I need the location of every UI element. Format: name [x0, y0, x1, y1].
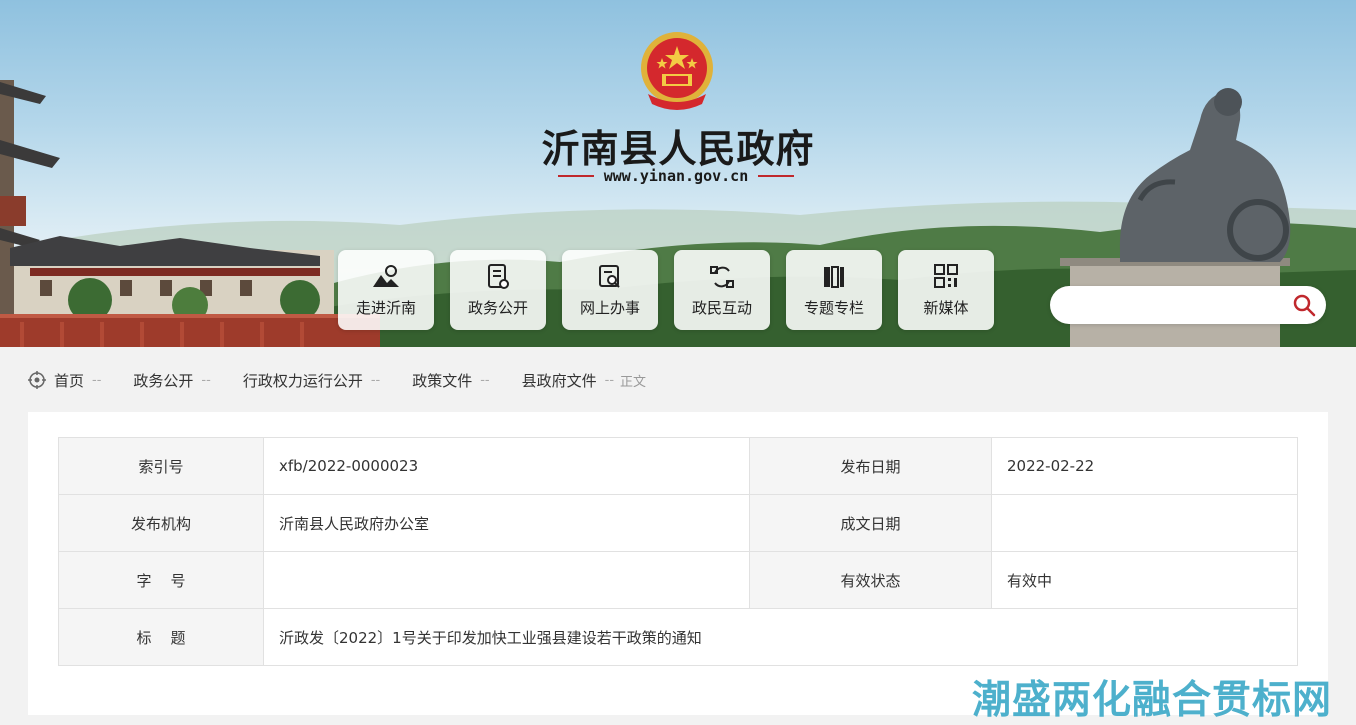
- books-icon: [824, 265, 844, 288]
- header-banner: 沂南县人民政府 www.yinan.gov.cn 走进沂南 政务公开 网上办事 …: [0, 0, 1356, 347]
- nav-item-government-affairs[interactable]: 政务公开: [450, 250, 546, 330]
- index-number-label: 索引号: [58, 437, 264, 495]
- publish-date-label: 发布日期: [749, 437, 992, 495]
- landscape-icon: [373, 264, 399, 287]
- nav-label: 新媒体: [923, 298, 969, 317]
- site-url-row: www.yinan.gov.cn: [530, 166, 822, 186]
- table-row: 索引号 xfb/2022-0000023 发布日期 2022-02-22: [58, 437, 1298, 495]
- breadcrumb-separator: --: [480, 372, 490, 388]
- search-box: [1050, 286, 1326, 324]
- breadcrumb-home[interactable]: 首页: [54, 370, 84, 391]
- location-crosshair-icon: [28, 371, 46, 389]
- document-number-label: 字 号: [58, 551, 264, 609]
- publishing-org-value: 沂南县人民政府办公室: [263, 494, 750, 552]
- breadcrumb-separator: --: [370, 372, 381, 388]
- main-nav: 走进沂南 政务公开 网上办事 政民互动 专题专栏 新媒体: [338, 250, 994, 330]
- nav-item-special-topics[interactable]: 专题专栏: [786, 250, 882, 330]
- nav-label: 网上办事: [579, 298, 640, 317]
- document-title-value: 沂政发〔2022〕1号关于印发加快工业强县建设若干政策的通知: [263, 608, 1298, 666]
- document-number-value: [263, 551, 750, 609]
- document-title-label: 标 题: [58, 608, 264, 666]
- table-row: 字 号 有效状态 有效中: [58, 551, 1298, 609]
- national-emblem-icon: [641, 32, 713, 110]
- nav-item-online-services[interactable]: 网上办事: [562, 250, 658, 330]
- nav-label: 走进沂南: [355, 298, 416, 317]
- document-icon: [488, 263, 509, 289]
- nav-label: 政民互动: [691, 298, 752, 317]
- created-date-label: 成文日期: [749, 494, 992, 552]
- search-icon[interactable]: [1292, 293, 1316, 317]
- breadcrumb-county-documents[interactable]: 县政府文件: [522, 370, 597, 391]
- breadcrumb-government-affairs[interactable]: 政务公开: [133, 370, 193, 391]
- table-row: 发布机构 沂南县人民政府办公室 成文日期: [58, 494, 1298, 552]
- exchange-icon: [710, 265, 734, 288]
- nav-label: 专题专栏: [803, 298, 864, 317]
- nav-item-about-yinan[interactable]: 走进沂南: [338, 250, 434, 330]
- breadcrumb-policy-documents[interactable]: 政策文件: [412, 370, 472, 391]
- breadcrumb-current: 正文: [620, 374, 647, 390]
- nav-item-new-media[interactable]: 新媒体: [898, 250, 994, 330]
- site-title: 沂南县人民政府: [541, 126, 815, 171]
- site-url: www.yinan.gov.cn: [603, 167, 749, 185]
- validity-status-label: 有效状态: [749, 551, 992, 609]
- qr-code-icon: [934, 263, 958, 288]
- breadcrumb-separator: --: [92, 372, 102, 388]
- created-date-value: [991, 494, 1298, 552]
- validity-status-value: 有效中: [991, 551, 1298, 609]
- search-document-icon: [599, 264, 620, 288]
- index-number-value: xfb/2022-0000023: [263, 437, 750, 495]
- breadcrumb-separator: --: [604, 372, 615, 388]
- publishing-org-label: 发布机构: [58, 494, 264, 552]
- divider-line: [758, 175, 795, 177]
- nav-label: 政务公开: [467, 298, 528, 317]
- divider-line: [557, 175, 594, 177]
- search-input[interactable]: [1066, 292, 1290, 320]
- breadcrumb: 首页 -- 政务公开 -- 行政权力运行公开 -- 政策文件 -- 县政府文件 …: [28, 366, 646, 394]
- nav-item-public-interaction[interactable]: 政民互动: [674, 250, 770, 330]
- breadcrumb-separator: --: [201, 372, 211, 388]
- watermark-text: 潮盛两化融合贯标网: [972, 678, 1333, 723]
- breadcrumb-administrative-power[interactable]: 行政权力运行公开: [243, 370, 363, 391]
- publish-date-value: 2022-02-22: [991, 437, 1298, 495]
- table-row: 标 题 沂政发〔2022〕1号关于印发加快工业强县建设若干政策的通知: [58, 608, 1298, 666]
- document-meta-table: 索引号 xfb/2022-0000023 发布日期 2022-02-22 发布机…: [58, 437, 1298, 666]
